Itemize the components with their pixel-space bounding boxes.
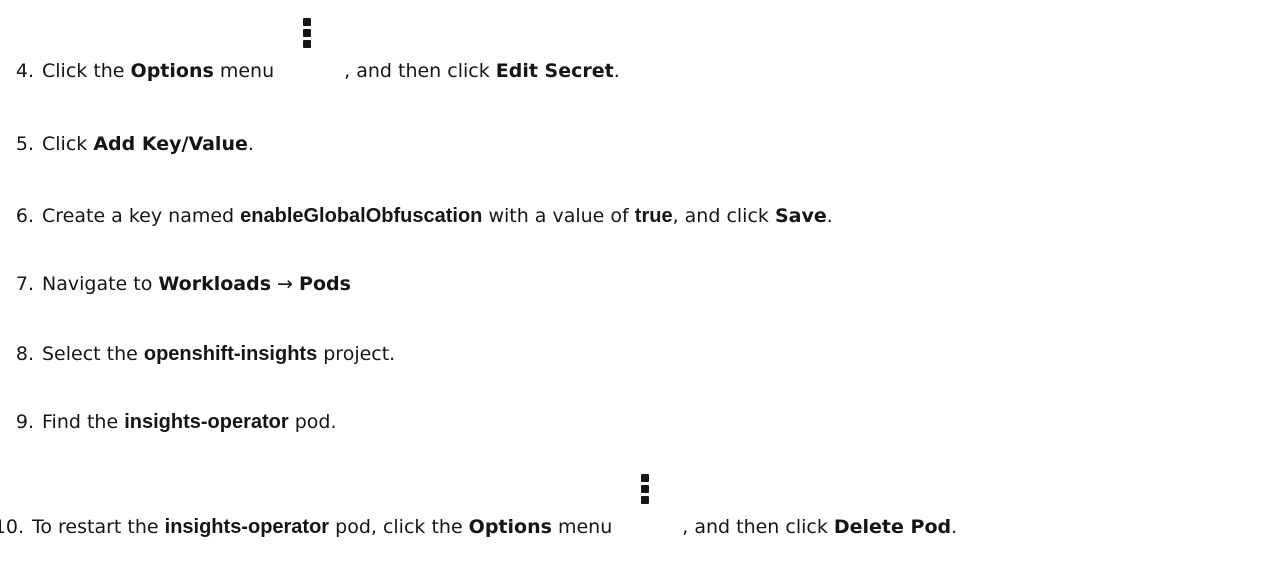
ui-add-key-value-label: Add Key/Value [93,133,248,155]
step-7: 7. Navigate to Workloads → Pods [0,272,351,296]
step-number: 7. [15,273,34,295]
step-number: 8. [15,343,34,365]
kebab-menu-icon [274,17,344,84]
step-text: Click [42,133,94,155]
step-number: 6. [15,205,34,227]
step-number: 9. [15,411,34,433]
step-number: 10. [0,516,24,538]
step-text: Navigate to [42,273,159,295]
step-text: . [613,60,620,82]
step-text: menu [551,516,613,538]
step-8: 8. Select the openshift-insights project. [0,342,395,366]
key-value: true [634,205,673,227]
step-number: 5. [15,133,34,155]
pod-name: insights-operator [164,516,330,538]
step-text: Click the [42,60,131,82]
ui-edit-secret-label: Edit Secret [495,60,614,82]
step-text: → [271,273,300,295]
step-6: 6. Create a key named enableGlobalObfusca… [0,204,833,228]
step-text: , and click [672,205,775,227]
step-text: . [826,205,833,227]
kebab-menu-icon [612,473,682,540]
ui-workloads-label: Workloads [158,273,272,295]
ui-pods-label: Pods [299,273,351,295]
step-text: To restart the [32,516,165,538]
step-text: Create a key named [42,205,241,227]
step-text: Find the [42,411,125,433]
ui-delete-pod-label: Delete Pod [833,516,952,538]
pod-name: insights-operator [124,411,289,433]
step-text: , and then click [682,516,834,538]
step-text: Select the [42,343,144,365]
ui-options-label: Options [130,60,214,82]
step-9: 9. Find the insights-operator pod. [0,410,337,434]
step-text: pod. [288,411,337,433]
step-text: project. [317,343,396,365]
step-4: 4. Click the Options menu , and then click… [0,17,620,84]
step-5: 5. Click Add Key/Value. [0,132,254,156]
project-name: openshift-insights [143,343,318,365]
step-text: pod, click the [329,516,469,538]
step-text: , and then click [344,60,496,82]
step-text: . [247,133,254,155]
step-number: 4. [15,60,34,82]
step-10: 10. To restart the insights-operator pod,… [0,473,958,540]
step-text: menu [213,60,275,82]
key-name: enableGlobalObfuscation [240,205,483,227]
ui-options-label: Options [468,516,552,538]
step-text: . [951,516,958,538]
ui-save-label: Save [774,205,827,227]
step-text: with a value of [482,205,635,227]
